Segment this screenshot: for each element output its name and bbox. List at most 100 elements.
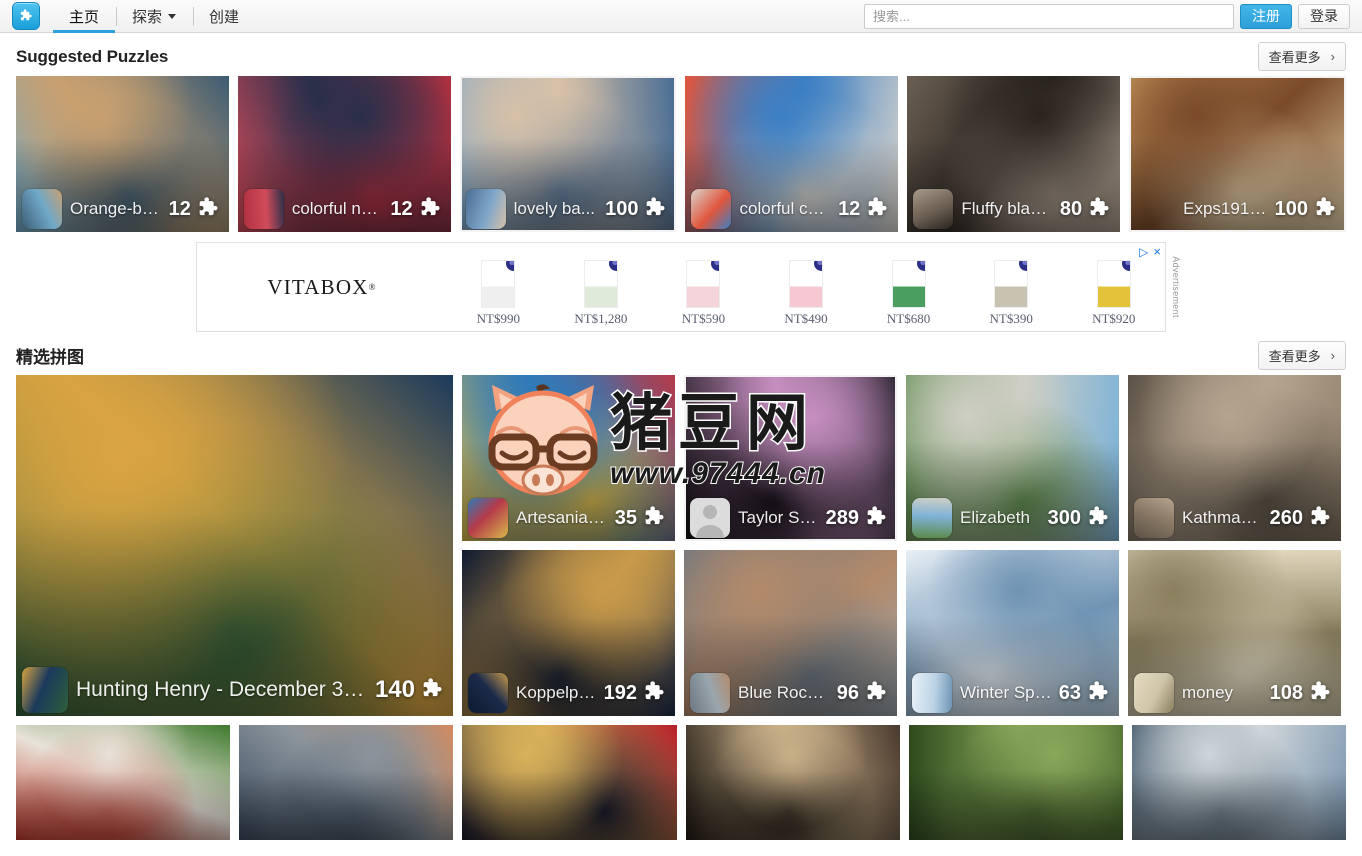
puzzle-title: Artesania l...: [516, 508, 609, 527]
avatar[interactable]: [468, 673, 508, 713]
puzzle-card[interactable]: money 108: [1128, 550, 1341, 716]
puzzle-title: Blue Rocks,...: [738, 683, 831, 702]
ad-brand-mark: ®: [368, 282, 377, 292]
ad-product-price: NT$680: [886, 311, 931, 326]
avatar[interactable]: [22, 667, 68, 713]
puzzle-card[interactable]: Artesania l... 35: [462, 375, 675, 541]
puzzle-card[interactable]: Fluffy black... 80: [907, 76, 1121, 232]
ad-banner[interactable]: VITABOX ® NT$990 NT$1,280 NT$590 NT$490 NT$68…: [196, 242, 1166, 332]
suggested-puzzles-header: Suggested Puzzles 查看更多 ›: [0, 33, 1362, 76]
puzzle-piece-icon: [1312, 195, 1340, 223]
section-title-suggested: Suggested Puzzles: [16, 46, 169, 66]
puzzle-piece-count: 100: [1274, 197, 1308, 220]
ad-product-thumbnail: [583, 260, 618, 308]
ad-product[interactable]: NT$490: [755, 243, 858, 331]
puzzle-piece-count: 108: [1269, 681, 1303, 704]
avatar[interactable]: [468, 498, 508, 538]
login-button[interactable]: 登录: [1298, 3, 1350, 29]
ad-product-thumbnail: [994, 260, 1029, 308]
see-more-featured-button[interactable]: 查看更多 ›: [1257, 341, 1346, 370]
ad-product[interactable]: NT$590: [652, 243, 755, 331]
puzzle-card-label: Hunting Henry - December 31... 140: [16, 664, 453, 716]
puzzle-piece-count: 63: [1058, 681, 1081, 704]
site-logo[interactable]: [0, 2, 52, 30]
ad-product-price: NT$490: [784, 311, 828, 326]
puzzle-card[interactable]: Hunting Henry - December 31... 140: [16, 375, 453, 716]
puzzle-title: Taylor Swift: [738, 508, 820, 527]
avatar[interactable]: [243, 189, 284, 229]
ad-product-price: NT$390: [989, 311, 1033, 326]
puzzle-piece-count: 140: [374, 676, 415, 703]
puzzle-card[interactable]: Elizabeth 300: [906, 375, 1119, 541]
ad-product-thumbnail: [1096, 260, 1131, 308]
puzzle-card[interactable]: [685, 725, 900, 840]
register-button[interactable]: 注册: [1240, 3, 1292, 29]
puzzle-piece-count: 289: [825, 506, 859, 529]
avatar[interactable]: [912, 673, 952, 713]
puzzle-card[interactable]: [908, 725, 1123, 840]
avatar[interactable]: [465, 189, 506, 229]
top-navbar: 主页 探索 创建 注册 登录: [0, 0, 1362, 33]
puzzle-piece-icon: [419, 676, 447, 704]
suggested-puzzles-grid: Orange-be... 12 colorful ne... 12 lovely ba.…: [0, 76, 1362, 232]
puzzle-card[interactable]: Orange-be... 12: [16, 76, 229, 232]
puzzle-piece-count: 96: [836, 681, 859, 704]
puzzle-piece-icon: [1085, 504, 1113, 532]
puzzle-piece-icon: [642, 195, 670, 223]
puzzle-card[interactable]: Koppelpo... 192: [462, 550, 675, 716]
puzzle-card[interactable]: [1131, 725, 1347, 840]
puzzle-card[interactable]: colorful ne... 12: [237, 76, 451, 232]
nav-item-home[interactable]: 主页: [52, 0, 116, 33]
avatar[interactable]: [690, 673, 730, 713]
puzzle-title: Exps191564 S1...: [1183, 199, 1269, 218]
ad-product-thumbnail: [481, 260, 516, 308]
avatar[interactable]: [1134, 673, 1174, 713]
puzzle-piece-icon: [863, 679, 891, 707]
puzzle-card[interactable]: Winter Spa... 63: [906, 550, 1119, 716]
adchoices-icon[interactable]: ▷: [1139, 246, 1148, 258]
puzzle-card[interactable]: [239, 725, 454, 840]
puzzle-piece-icon: [1307, 504, 1335, 532]
ad-product[interactable]: NT$1,280: [550, 243, 653, 331]
ad-product[interactable]: NT$390: [960, 243, 1063, 331]
nav-item-explore[interactable]: 探索: [115, 0, 192, 33]
puzzle-piece-count: 300: [1047, 506, 1081, 529]
avatar[interactable]: [913, 189, 954, 229]
avatar[interactable]: [690, 498, 730, 538]
puzzle-piece-icon: [863, 504, 891, 532]
ad-controls: ▷ ×: [1139, 245, 1161, 258]
puzzle-card[interactable]: [16, 725, 231, 840]
ad-close-icon[interactable]: ×: [1153, 245, 1161, 258]
avatar[interactable]: [912, 498, 952, 538]
puzzle-card-label: Orange-be... 12: [16, 186, 229, 232]
ad-product-badge-icon: [814, 261, 823, 271]
ad-product-badge-icon: [711, 261, 720, 271]
puzzle-card[interactable]: colorful chair 12: [685, 76, 899, 232]
puzzle-card[interactable]: Taylor Swift 289: [684, 375, 897, 541]
search-input[interactable]: [864, 3, 1234, 29]
avatar[interactable]: [22, 189, 62, 229]
puzzle-card-label: Elizabeth 300: [906, 495, 1119, 541]
puzzle-piece-icon: [417, 195, 445, 223]
card-gradient-overlay: [16, 771, 231, 840]
avatar[interactable]: [1134, 498, 1174, 538]
ad-product-badge-icon: [916, 261, 925, 271]
puzzle-card[interactable]: Kathmandu 260: [1128, 375, 1341, 541]
ad-product[interactable]: NT$680: [857, 243, 960, 331]
puzzle-piece-count: 80: [1059, 197, 1083, 220]
puzzle-card-label: Kathmandu 260: [1128, 495, 1341, 541]
card-gradient-overlay: [908, 771, 1123, 840]
puzzle-card[interactable]: lovely ba... 100: [459, 76, 677, 232]
see-more-suggested-button[interactable]: 查看更多 ›: [1257, 42, 1346, 71]
ad-product-price: NT$920: [1092, 311, 1136, 326]
puzzle-card[interactable]: Exps191564 S1... 100: [1129, 76, 1346, 232]
ad-product-thumbnail: [891, 260, 926, 308]
puzzle-card[interactable]: [462, 725, 677, 840]
ad-product[interactable]: NT$990: [447, 243, 550, 331]
avatar[interactable]: [691, 189, 732, 229]
puzzle-piece-count: 192: [603, 681, 637, 704]
nav-item-create[interactable]: 创建: [192, 0, 255, 33]
puzzle-card[interactable]: Blue Rocks,... 96: [684, 550, 897, 716]
ad-product-badge-icon: [608, 261, 617, 271]
card-gradient-overlay: [462, 771, 677, 840]
